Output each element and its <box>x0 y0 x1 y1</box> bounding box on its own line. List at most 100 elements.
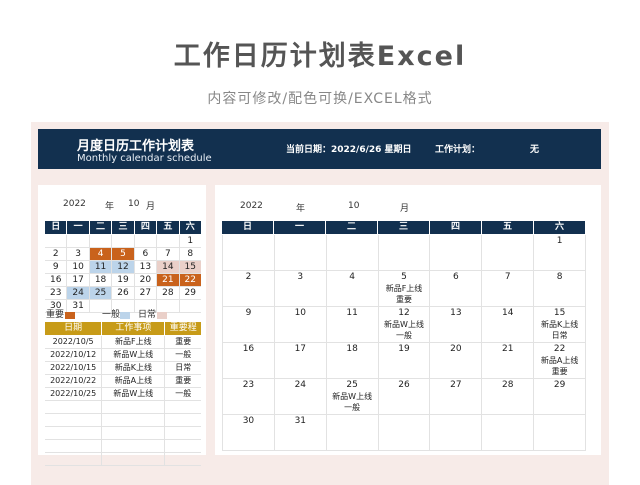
mini-day-cell[interactable]: 8 <box>180 248 201 260</box>
task-item[interactable]: 新品A上线 <box>102 375 166 387</box>
mini-day-cell[interactable] <box>112 235 135 247</box>
task-date[interactable]: 2022/10/12 <box>45 349 103 361</box>
big-day-cell[interactable]: 23 <box>223 379 275 414</box>
mini-day-cell[interactable]: 1 <box>180 235 201 247</box>
mini-day-cell[interactable]: 6 <box>135 248 158 260</box>
big-day-cell[interactable]: 2 <box>223 271 275 306</box>
task-level[interactable] <box>165 401 201 413</box>
mini-day-cell[interactable] <box>157 235 180 247</box>
mini-day-cell[interactable]: 26 <box>112 287 135 299</box>
big-day-cell[interactable]: 30 <box>223 415 275 450</box>
mini-day-cell[interactable]: 28 <box>157 287 180 299</box>
big-day-cell[interactable]: 14 <box>482 307 535 342</box>
mini-day-cell[interactable]: 12 <box>112 261 135 273</box>
task-date[interactable] <box>45 427 103 439</box>
big-day-cell[interactable]: 12 新品W上线 一般 <box>379 307 431 342</box>
mini-day-cell[interactable]: 19 <box>112 274 135 286</box>
mini-day-cell[interactable]: 24 <box>67 287 90 299</box>
mini-day-cell[interactable]: 5 <box>112 248 135 260</box>
big-day-cell[interactable] <box>275 235 327 270</box>
task-item[interactable] <box>102 453 166 465</box>
task-level[interactable]: 日常 <box>165 362 201 374</box>
mini-day-cell[interactable] <box>67 235 90 247</box>
task-item[interactable] <box>102 401 166 413</box>
big-day-cell[interactable]: 28 <box>482 379 535 414</box>
task-item[interactable]: 新品W上线 <box>102 388 166 400</box>
mini-day-cell[interactable]: 23 <box>45 287 68 299</box>
big-day-cell[interactable]: 3 <box>275 271 327 306</box>
big-month[interactable]: 10 <box>348 201 359 211</box>
big-day-cell[interactable]: 29 <box>534 379 587 414</box>
mini-day-cell[interactable]: 4 <box>89 248 113 260</box>
big-day-cell[interactable] <box>327 235 379 270</box>
mini-day-cell[interactable]: 17 <box>67 274 90 286</box>
mini-day-cell[interactable]: 21 <box>157 274 180 286</box>
big-day-cell[interactable] <box>482 235 535 270</box>
mini-day-cell[interactable]: 20 <box>135 274 158 286</box>
big-day-cell[interactable]: 20 <box>430 343 483 378</box>
mini-day-cell[interactable]: 16 <box>45 274 68 286</box>
mini-day-cell[interactable]: 29 <box>180 287 201 299</box>
big-day-cell[interactable]: 22 新品A上线 重要 <box>534 343 587 378</box>
mini-day-cell[interactable] <box>45 235 68 247</box>
task-date[interactable] <box>45 453 103 465</box>
mini-day-cell[interactable] <box>90 235 113 247</box>
mini-day-cell[interactable]: 15 <box>179 261 201 273</box>
task-date[interactable]: 2022/10/22 <box>45 375 103 387</box>
big-day-cell[interactable]: 4 <box>327 271 379 306</box>
mini-day-cell[interactable]: 2 <box>45 248 68 260</box>
big-day-cell[interactable] <box>379 235 431 270</box>
big-day-cell[interactable]: 13 <box>430 307 483 342</box>
mini-day-cell[interactable]: 13 <box>135 261 158 273</box>
big-day-cell[interactable]: 25 新品W上线 一般 <box>327 379 379 414</box>
mini-day-cell[interactable]: 9 <box>45 261 68 273</box>
big-day-cell[interactable]: 19 <box>379 343 431 378</box>
big-day-cell[interactable]: 1 <box>534 235 587 270</box>
task-level[interactable]: 一般 <box>165 388 201 400</box>
big-day-cell[interactable] <box>534 415 587 450</box>
big-day-cell[interactable]: 5 新品F上线 重要 <box>379 271 431 306</box>
task-level[interactable] <box>165 427 201 439</box>
mini-day-cell[interactable]: 7 <box>157 248 180 260</box>
task-date[interactable] <box>45 414 103 426</box>
big-day-cell[interactable] <box>482 415 535 450</box>
task-item[interactable]: 新品F上线 <box>102 336 166 348</box>
mini-year[interactable]: 2022 <box>63 199 86 209</box>
task-item[interactable]: 新品K上线 <box>102 362 166 374</box>
big-year[interactable]: 2022 <box>240 201 263 211</box>
task-level[interactable] <box>165 453 201 465</box>
task-date[interactable] <box>45 440 103 452</box>
big-day-cell[interactable] <box>327 415 379 450</box>
mini-day-cell[interactable]: 3 <box>67 248 90 260</box>
task-item[interactable] <box>102 414 166 426</box>
big-day-cell[interactable]: 26 <box>379 379 431 414</box>
mini-month[interactable]: 10 <box>128 199 139 209</box>
task-level[interactable] <box>165 414 201 426</box>
task-date[interactable]: 2022/10/15 <box>45 362 103 374</box>
big-day-cell[interactable]: 9 <box>223 307 275 342</box>
big-day-cell[interactable]: 16 <box>223 343 275 378</box>
big-day-cell[interactable]: 21 <box>482 343 535 378</box>
big-day-cell[interactable]: 7 <box>482 271 535 306</box>
mini-day-cell[interactable]: 27 <box>135 287 158 299</box>
task-item[interactable] <box>102 427 166 439</box>
big-day-cell[interactable]: 10 <box>275 307 327 342</box>
big-day-cell[interactable]: 27 <box>430 379 483 414</box>
big-day-cell[interactable]: 31 <box>275 415 327 450</box>
mini-day-cell[interactable]: 18 <box>90 274 113 286</box>
big-day-cell[interactable]: 15 新品K上线 日常 <box>534 307 587 342</box>
big-day-cell[interactable]: 17 <box>275 343 327 378</box>
big-day-cell[interactable] <box>430 415 483 450</box>
task-date[interactable] <box>45 401 103 413</box>
big-day-cell[interactable]: 8 <box>534 271 587 306</box>
big-day-cell[interactable]: 24 <box>275 379 327 414</box>
big-day-cell[interactable] <box>430 235 483 270</box>
task-date[interactable]: 2022/10/5 <box>45 336 103 348</box>
task-level[interactable] <box>165 440 201 452</box>
mini-day-cell[interactable]: 10 <box>67 261 90 273</box>
task-item[interactable] <box>102 440 166 452</box>
big-day-cell[interactable] <box>223 235 275 270</box>
task-item[interactable]: 新品W上线 <box>102 349 166 361</box>
mini-day-cell[interactable]: 22 <box>179 274 201 286</box>
mini-day-cell[interactable]: 11 <box>89 261 113 273</box>
